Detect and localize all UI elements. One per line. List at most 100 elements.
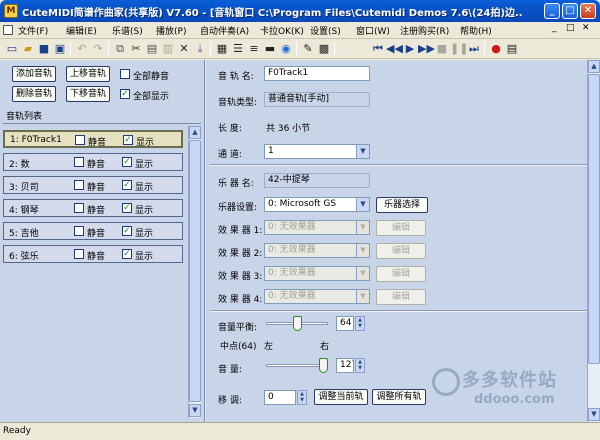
effect-1-edit-button[interactable]: 编辑 xyxy=(376,220,426,236)
doc-maximize-button[interactable]: □ xyxy=(566,23,575,33)
track-mute-checkbox[interactable] xyxy=(74,157,84,167)
balance-input[interactable]: 64 xyxy=(336,316,354,331)
undo-icon[interactable]: ↶ xyxy=(74,41,90,57)
effect-3-edit-button[interactable]: 编辑 xyxy=(376,266,426,282)
effect-4-select[interactable]: 0: 无效果器 ▼ xyxy=(264,289,370,304)
effect-4-edit-button[interactable]: 编辑 xyxy=(376,289,426,305)
redo-icon[interactable]: ↷ xyxy=(90,41,106,57)
track-show-checkbox[interactable]: ✓ xyxy=(122,203,132,213)
chevron-down-icon[interactable]: ▼ xyxy=(356,145,369,158)
metronome-icon[interactable]: ▤ xyxy=(504,41,520,57)
cut-icon[interactable]: ✂ xyxy=(128,41,144,57)
menu-window[interactable]: 窗口(W) xyxy=(356,24,390,37)
move-track-down-button[interactable]: 下移音轨 xyxy=(66,86,110,102)
volume-spinner[interactable]: ▲ ▼ xyxy=(355,358,365,373)
effect-2-edit-button[interactable]: 编辑 xyxy=(376,243,426,259)
menu-file[interactable]: 文件(F) xyxy=(18,24,48,37)
doc-close-button[interactable]: ✕ xyxy=(582,23,590,33)
chevron-down-icon[interactable]: ▼ xyxy=(356,290,369,303)
delete-track-button[interactable]: 删除音轨 xyxy=(12,86,56,102)
new-file-icon[interactable]: ▭ xyxy=(4,41,20,57)
track-row[interactable]: 4: 钢琴 静音 ✓ 显示 xyxy=(3,199,183,217)
text-view-icon[interactable]: ≡ xyxy=(246,41,262,57)
chevron-down-icon[interactable]: ▼ xyxy=(356,267,369,280)
channel-select[interactable]: 1 ▼ xyxy=(264,144,370,159)
doc-minimize-button[interactable]: _ xyxy=(552,23,557,33)
pencil-icon[interactable]: ✎ xyxy=(300,41,316,57)
show-all-checkbox[interactable]: ✓ xyxy=(120,89,130,99)
scroll-up-arrow-icon[interactable]: ▲ xyxy=(189,126,201,139)
track-row[interactable]: 3: 贝司 静音 ✓ 显示 xyxy=(3,176,183,194)
close-button[interactable]: ✕ xyxy=(580,3,596,19)
track-show-checkbox[interactable]: ✓ xyxy=(122,180,132,190)
balance-slider-thumb[interactable] xyxy=(292,316,302,331)
list-view-icon[interactable]: ☰ xyxy=(230,41,246,57)
effect-2-select[interactable]: 0: 无效果器 ▼ xyxy=(264,243,370,258)
track-show-checkbox[interactable]: ✓ xyxy=(122,157,132,167)
save-as-icon[interactable]: ▣ xyxy=(52,41,68,57)
track-mute-checkbox[interactable] xyxy=(74,180,84,190)
menu-play[interactable]: 播放(P) xyxy=(156,24,186,37)
grid-icon[interactable]: ▩ xyxy=(316,41,332,57)
play-end-icon[interactable]: ⏭ xyxy=(466,41,482,57)
menu-register[interactable]: 注册购买(R) xyxy=(400,24,449,37)
balance-spinner[interactable]: ▲ ▼ xyxy=(355,316,365,331)
play-icon[interactable]: ▶ xyxy=(402,41,418,57)
menu-help[interactable]: 帮助(H) xyxy=(460,24,492,37)
scroll-thumb[interactable] xyxy=(588,74,600,364)
track-mute-checkbox[interactable] xyxy=(74,249,84,259)
move-track-up-button[interactable]: 上移音轨 xyxy=(66,66,110,82)
scroll-down-arrow-icon[interactable]: ▼ xyxy=(189,404,201,417)
effect-3-select[interactable]: 0: 无效果器 ▼ xyxy=(264,266,370,281)
play-start-icon[interactable]: ⏮ xyxy=(370,41,386,57)
menu-settings[interactable]: 设置(S) xyxy=(310,24,341,37)
track-list-scrollbar[interactable]: ▲ ▼ xyxy=(188,126,201,418)
open-folder-icon[interactable]: ▰ xyxy=(20,41,36,57)
track-show-checkbox[interactable]: ✓ xyxy=(122,226,132,236)
record-icon[interactable]: ● xyxy=(488,41,504,57)
copy-icon[interactable]: ⧉ xyxy=(112,41,128,57)
rewind-icon[interactable]: ◀◀ xyxy=(386,41,403,57)
paste-special-icon[interactable]: ▥ xyxy=(160,41,176,57)
minimize-button[interactable]: _ xyxy=(544,3,560,19)
track-row[interactable]: 2: 数 静音 ✓ 显示 xyxy=(3,153,183,171)
track-show-checkbox[interactable]: ✓ xyxy=(123,135,133,145)
track-row[interactable]: 5: 吉他 静音 ✓ 显示 xyxy=(3,222,183,240)
chevron-down-icon[interactable]: ▼ xyxy=(356,198,369,211)
scroll-up-arrow-icon[interactable]: ▲ xyxy=(588,60,600,73)
menu-accompaniment[interactable]: 自动伴奏(A) xyxy=(200,24,249,37)
globe-icon[interactable]: ◉ xyxy=(278,41,294,57)
add-track-button[interactable]: 添加音轨 xyxy=(12,66,56,82)
adjust-all-tracks-button[interactable]: 调整所有轨 xyxy=(372,389,426,405)
track-show-checkbox[interactable]: ✓ xyxy=(122,249,132,259)
chevron-down-icon[interactable]: ▼ xyxy=(356,244,369,257)
stop-icon[interactable]: ■ xyxy=(434,41,450,57)
instrument-setting-select[interactable]: 0: Microsoft GS ▼ xyxy=(264,197,370,212)
paste-icon[interactable]: ▤ xyxy=(144,41,160,57)
effect-1-select[interactable]: 0: 无效果器 ▼ xyxy=(264,220,370,235)
save-icon[interactable]: ■ xyxy=(36,41,52,57)
pause-icon[interactable]: ❚❚ xyxy=(450,41,468,57)
title-bar[interactable]: M CuteMIDI简谱作曲家(共享版) V7.60 - [音轨窗口 C:\Pr… xyxy=(0,0,600,22)
menu-karaoke[interactable]: 卡拉OK(K) xyxy=(260,24,304,37)
track-mute-checkbox[interactable] xyxy=(75,135,85,145)
document-icon[interactable] xyxy=(3,25,13,35)
adjust-current-track-button[interactable]: 调整当前轨 xyxy=(314,389,368,405)
track-row[interactable]: 6: 弦乐 静音 ✓ 显示 xyxy=(3,245,183,263)
menu-edit[interactable]: 编辑(E) xyxy=(66,24,97,37)
import-icon[interactable]: ⤓ xyxy=(192,41,208,57)
score-view-icon[interactable]: ▦ xyxy=(214,41,230,57)
volume-input[interactable]: 127 xyxy=(336,358,354,373)
fast-forward-icon[interactable]: ▶▶ xyxy=(418,41,435,57)
keyboard-icon[interactable]: ▬ xyxy=(262,41,278,57)
volume-slider-thumb[interactable] xyxy=(319,358,328,373)
delete-icon[interactable]: ✕ xyxy=(176,41,192,57)
chevron-down-icon[interactable]: ▼ xyxy=(356,221,369,234)
track-row[interactable]: 1: F0Track1 静音 ✓ 显示 xyxy=(3,130,183,148)
scroll-thumb[interactable] xyxy=(189,140,201,402)
track-mute-checkbox[interactable] xyxy=(74,226,84,236)
maximize-button[interactable]: □ xyxy=(562,3,578,19)
track-name-input[interactable]: F0Track1 xyxy=(264,66,370,81)
transpose-spinner[interactable]: ▲ ▼ xyxy=(297,390,307,405)
mute-all-checkbox[interactable] xyxy=(120,69,130,79)
